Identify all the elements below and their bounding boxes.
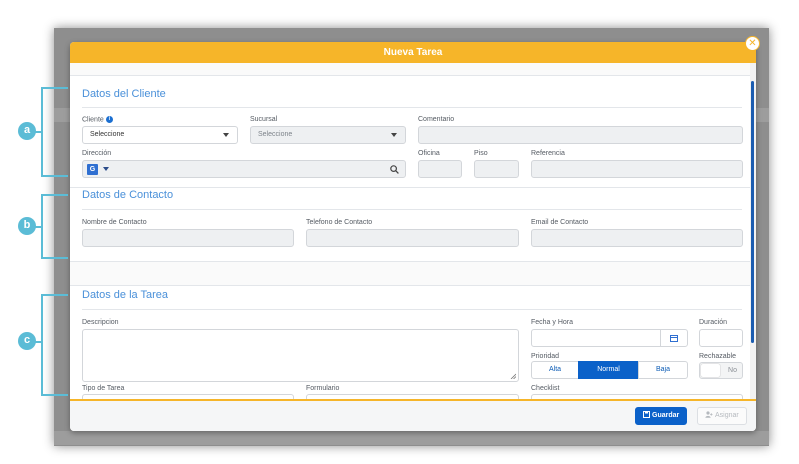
referencia-label: Referencia — [531, 150, 565, 157]
new-task-modal: Nueva Tarea Datos del Cliente Cliente i S… — [70, 42, 756, 431]
section-title-cliente: Datos del Cliente — [82, 88, 166, 100]
prioridad-baja[interactable]: Baja — [638, 361, 688, 379]
duracion-label: Duración — [699, 319, 728, 326]
save-icon — [643, 411, 650, 418]
annotation-bracket — [41, 257, 68, 259]
section-underline — [82, 309, 742, 310]
backdrop-stripe — [54, 431, 769, 445]
modal-title: Nueva Tarea — [70, 42, 756, 63]
resize-handle-icon[interactable] — [510, 373, 516, 379]
telefono-contacto-field[interactable] — [306, 229, 519, 247]
sucursal-label: Sucursal — [250, 116, 278, 123]
cliente-label-text: Cliente — [82, 116, 104, 124]
rechazable-value: No — [728, 367, 737, 374]
chevron-down-icon — [391, 133, 397, 137]
prioridad-alta[interactable]: Alta — [531, 361, 579, 379]
cliente-label: Cliente i — [82, 116, 113, 123]
scrollbar[interactable] — [750, 63, 756, 399]
email-contacto-field[interactable] — [531, 229, 743, 247]
search-icon[interactable] — [390, 165, 399, 174]
section-divider — [70, 187, 750, 188]
section-spacer — [70, 262, 750, 285]
cliente-select-value: Seleccione — [90, 131, 125, 138]
oficina-label: Oficina — [418, 150, 440, 157]
nombre-contacto-field[interactable] — [82, 229, 294, 247]
telefono-contacto-label: Telefono de Contacto — [306, 219, 373, 226]
descripcion-label: Descripcion — [82, 319, 119, 326]
descripcion-textarea[interactable] — [82, 329, 519, 382]
referencia-field[interactable] — [531, 160, 743, 178]
add-user-icon — [705, 411, 713, 418]
chevron-down-icon[interactable] — [103, 167, 109, 171]
calendar-button[interactable] — [660, 330, 687, 346]
fecha-field[interactable] — [531, 329, 688, 347]
modal-footer: Guardar Asignar — [70, 399, 756, 431]
sucursal-select-value: Seleccione — [258, 131, 293, 138]
scrollbar-thumb[interactable] — [751, 81, 754, 343]
direccion-field[interactable]: G — [82, 160, 406, 178]
annotation-a: a — [18, 122, 36, 140]
annotation-bracket — [41, 175, 68, 177]
formulario-label: Formulario — [306, 385, 340, 392]
section-title-contacto: Datos de Contacto — [82, 189, 174, 201]
toggle-knob — [701, 364, 720, 377]
annotation-bracket — [41, 394, 68, 396]
google-icon[interactable]: G — [87, 164, 98, 175]
prioridad-normal[interactable]: Normal — [578, 361, 639, 379]
section-spacer — [70, 63, 750, 75]
guardar-button[interactable]: Guardar — [635, 407, 688, 425]
prioridad-label: Prioridad — [531, 353, 560, 360]
section-underline — [82, 209, 742, 210]
asignar-button[interactable]: Asignar — [697, 407, 747, 425]
rechazable-toggle[interactable]: No — [699, 362, 743, 379]
piso-field[interactable] — [474, 160, 519, 178]
rechazable-label: Rechazable — [699, 353, 736, 360]
direccion-label: Dirección — [82, 150, 112, 157]
info-icon[interactable]: i — [105, 116, 113, 123]
section-underline — [82, 107, 742, 108]
annotation-bracket — [41, 87, 68, 89]
sucursal-select[interactable]: Seleccione — [250, 126, 406, 144]
fecha-label: Fecha y Hora — [531, 319, 574, 326]
section-title-tarea: Datos de la Tarea — [82, 289, 169, 301]
annotation-bracket — [41, 194, 68, 196]
comentario-field[interactable] — [418, 126, 743, 144]
comentario-label: Comentario — [418, 116, 455, 123]
duracion-field[interactable] — [699, 329, 743, 347]
email-contacto-label: Email de Contacto — [531, 219, 589, 226]
modal-body: Datos del Cliente Cliente i Seleccione Su… — [70, 63, 750, 399]
close-icon[interactable]: ✕ — [745, 36, 760, 51]
annotation-c: c — [18, 332, 36, 350]
piso-label: Piso — [474, 150, 488, 157]
annotation-bracket — [41, 294, 43, 396]
guardar-label: Guardar — [652, 412, 680, 419]
annotation-b: b — [18, 217, 36, 235]
chevron-down-icon — [223, 133, 229, 137]
nombre-contacto-label: Nombre de Contacto — [82, 219, 147, 226]
asignar-label: Asignar — [715, 412, 739, 419]
tipo-tarea-label: Tipo de Tarea — [82, 385, 125, 392]
oficina-field[interactable] — [418, 160, 462, 178]
section-divider — [70, 75, 750, 76]
checklist-label: Checklist — [531, 385, 560, 392]
annotation-bracket — [41, 294, 68, 296]
cliente-select[interactable]: Seleccione — [82, 126, 238, 144]
section-divider — [70, 285, 750, 286]
calendar-icon — [670, 335, 678, 342]
